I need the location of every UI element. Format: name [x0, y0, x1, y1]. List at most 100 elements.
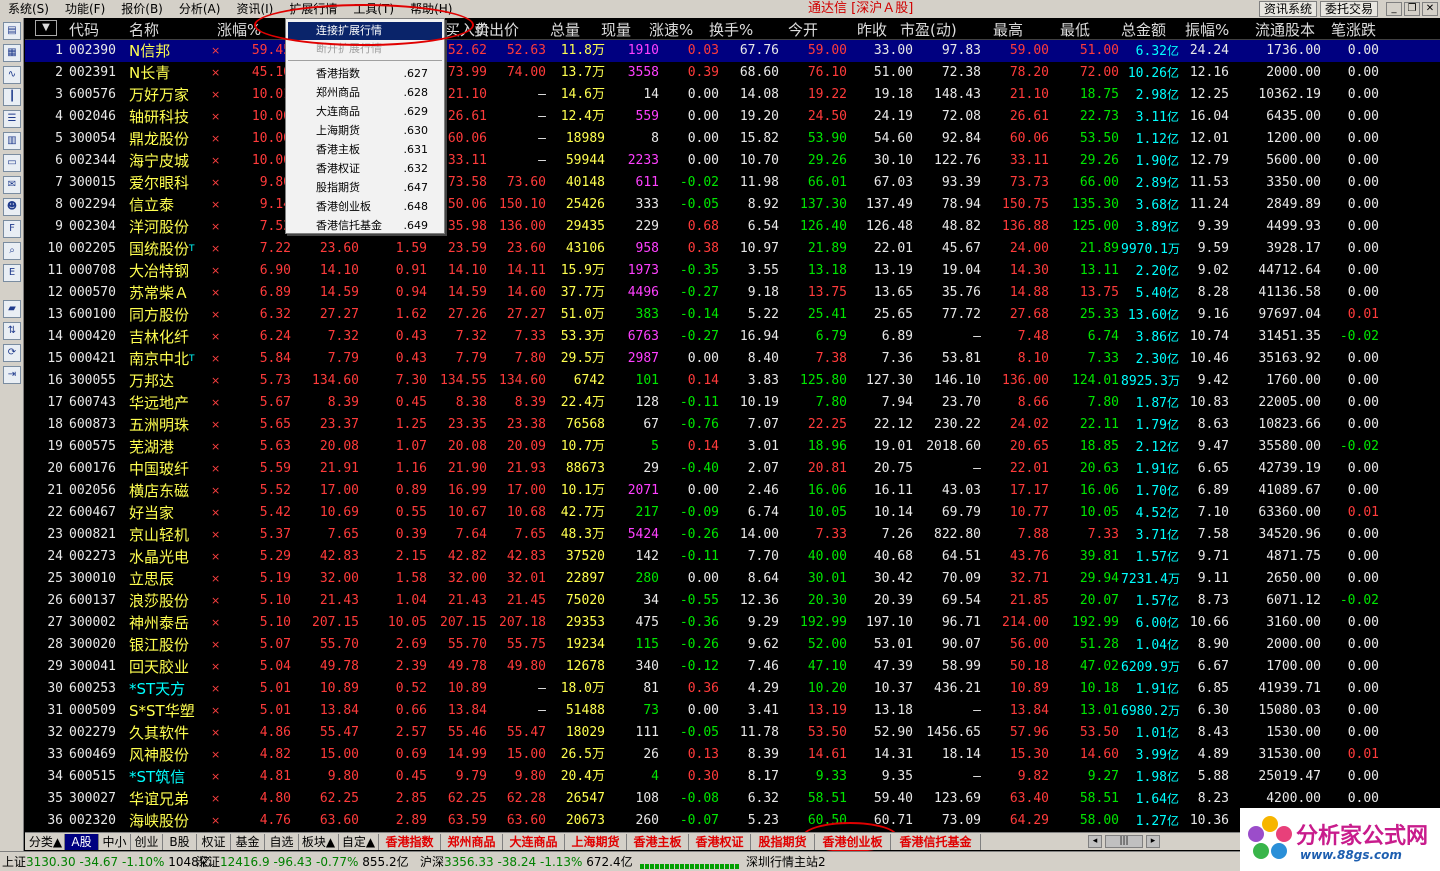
- extended-market-item[interactable]: 香港指数 .627: [288, 65, 442, 83]
- tab-7[interactable]: 自选: [265, 834, 299, 850]
- table-row[interactable]: 1002390N信邦59.4552.6319.6352.6252.6311.8万…: [25, 40, 1440, 62]
- table-row[interactable]: 27 300002 神州泰岳 5.10 207.15 10.05 207.15 207.18 2…: [25, 612, 1440, 634]
- users-icon[interactable]: ☻: [3, 198, 21, 216]
- minimize-icon[interactable]: _: [1386, 2, 1402, 16]
- scroll-left-icon[interactable]: ◂: [1088, 835, 1102, 848]
- extended-market-item[interactable]: 香港信托基金 .649: [288, 217, 442, 235]
- table-row[interactable]: 7300015爱尔眼科9.8073.586.5573.5873.60401486…: [25, 172, 1440, 194]
- tab-13[interactable]: 上海期货: [565, 834, 627, 850]
- col-low[interactable]: 最低: [1060, 21, 1090, 39]
- trade-button[interactable]: 委托交易: [1319, 1, 1378, 17]
- table-row[interactable]: 32 002279 久其软件 4.86 55.47 2.57 55.46 55.47 18029…: [25, 722, 1440, 744]
- table-row[interactable]: 26 600137 浪莎股份 5.10 21.43 1.04 21.43 21.45 75020…: [25, 590, 1440, 612]
- table-row[interactable]: 9002304洋河股份7.53135.989.52135.98136.00294…: [25, 216, 1440, 238]
- tab-5[interactable]: 权证: [197, 834, 231, 850]
- table-row[interactable]: 31 000509 S*ST华塑 5.01 13.84 0.66 13.84 — 51488 73…: [25, 700, 1440, 722]
- menu-extended-quote[interactable]: 扩展行情: [281, 0, 345, 18]
- extended-market-item[interactable]: 郑州商品 .628: [288, 84, 442, 102]
- menu-analysis[interactable]: 分析(A): [171, 0, 229, 18]
- table-row[interactable]: 6002344海宁皮城10.0033.113.0133.11—599442233…: [25, 150, 1440, 172]
- restore-icon[interactable]: ❐: [1404, 2, 1420, 16]
- table-row[interactable]: 5300054鼎龙股份10.0060.065.4660.06—1898980.0…: [25, 128, 1440, 150]
- tab-17[interactable]: 香港创业板: [815, 834, 891, 850]
- col-code[interactable]: 代码: [69, 21, 99, 39]
- col-float-shares[interactable]: 流通股本: [1255, 21, 1315, 39]
- col-name[interactable]: 名称: [129, 21, 159, 39]
- table-row[interactable]: 22 600467 好当家 5.42 10.69 0.55 10.67 10.68 42.7万 2…: [25, 502, 1440, 524]
- server-status[interactable]: 深圳行情主站2: [746, 854, 826, 870]
- disconnect-extended-quote-item[interactable]: 断开扩展行情: [288, 40, 442, 58]
- table-row[interactable]: 30 600253 *ST天方 5.01 10.89 0.52 10.89 — 18.0万 81 0…: [25, 678, 1440, 700]
- tab-6[interactable]: 基金: [231, 834, 265, 850]
- line-chart-icon[interactable]: ∿: [3, 66, 21, 84]
- table-row[interactable]: 19 600575 芜湖港 5.63 20.08 1.07 20.08 20.09 10.7万 5…: [25, 436, 1440, 458]
- tab-15[interactable]: 香港权证: [689, 834, 751, 850]
- table-row[interactable]: 29 300041 回天胶业 5.04 49.78 2.39 49.78 49.80 12678…: [25, 656, 1440, 678]
- menu-help[interactable]: 帮助(H): [402, 0, 460, 18]
- col-speed[interactable]: 涨速%: [649, 21, 693, 39]
- tab-9[interactable]: 自定▲: [339, 834, 379, 850]
- table-row[interactable]: 21 002056 横店东磁 5.52 17.00 0.89 16.99 17.00 10.1万…: [25, 480, 1440, 502]
- table-row[interactable]: 10 002205 国统股份T 7.22 23.60 1.59 23.59 23.60 4310…: [25, 238, 1440, 260]
- table-row[interactable]: 28 300020 银江股份 5.07 55.70 2.69 55.70 55.75 19234…: [25, 634, 1440, 656]
- search-icon[interactable]: ⌕: [3, 242, 21, 260]
- menu-system[interactable]: 系统(S): [0, 0, 57, 18]
- col-open[interactable]: 今开: [788, 21, 818, 39]
- refresh-icon[interactable]: ⟳: [3, 344, 21, 362]
- tab-18[interactable]: 香港信托基金: [891, 834, 981, 850]
- menu-info[interactable]: 资讯(I): [228, 0, 281, 18]
- sort-icon[interactable]: ⇅: [3, 322, 21, 340]
- table-row[interactable]: 16 300055 万邦达 5.73 134.60 7.30 134.55 134.60 674…: [25, 370, 1440, 392]
- candlestick-icon[interactable]: ┃: [3, 88, 21, 106]
- table-row[interactable]: 14 000420 吉林化纤 6.24 7.32 0.43 7.32 7.33 53.3万 676…: [25, 326, 1440, 348]
- col-ask[interactable]: 卖出价: [474, 21, 519, 39]
- table-row[interactable]: 18 600873 五洲明珠 5.65 23.37 1.25 23.35 23.38 76568…: [25, 414, 1440, 436]
- extended-market-item[interactable]: 香港创业板 .648: [288, 198, 442, 216]
- warning-icon[interactable]: ✉: [3, 176, 21, 194]
- table-icon[interactable]: ▥: [3, 132, 21, 150]
- folder-icon[interactable]: ▰: [3, 300, 21, 318]
- news-system-button[interactable]: 资讯系统: [1258, 1, 1317, 17]
- tab-3[interactable]: 创业: [131, 834, 163, 850]
- tab-10[interactable]: 香港指数: [379, 834, 441, 850]
- table-row[interactable]: 13 600100 同方股份 6.32 27.27 1.62 27.26 27.27 51.0万…: [25, 304, 1440, 326]
- connect-extended-quote-item[interactable]: 连接扩展行情: [288, 22, 442, 40]
- extended-market-item[interactable]: 股指期货 .647: [288, 179, 442, 197]
- table-row[interactable]: 11 000708 大冶特钢 6.90 14.10 0.91 14.10 14.11 15.9万…: [25, 260, 1440, 282]
- tab-0[interactable]: 分类▲: [27, 834, 65, 850]
- etf-icon[interactable]: E: [3, 264, 21, 282]
- table-row[interactable]: 2002391N长青45.1074.0023.0073.9974.0013.7万…: [25, 62, 1440, 84]
- menu-tools[interactable]: 工具(T): [345, 0, 402, 18]
- extended-market-item[interactable]: 香港权证 .632: [288, 160, 442, 178]
- extended-market-item[interactable]: 大连商品 .629: [288, 103, 442, 121]
- table-row[interactable]: 35 300027 华谊兄弟 4.80 62.25 2.85 62.25 62.28 26547…: [25, 788, 1440, 810]
- table-row[interactable]: 4002046轴研科技10.0026.612.4226.61—12.4万5590…: [25, 106, 1440, 128]
- table-row[interactable]: 23 000821 京山轻机 5.37 7.65 0.39 7.64 7.65 48.3万 542…: [25, 524, 1440, 546]
- logo-url[interactable]: www.88gs.com: [1300, 848, 1402, 862]
- menu-function[interactable]: 功能(F): [57, 0, 113, 18]
- col-pe[interactable]: 市盈(动): [900, 21, 957, 39]
- column-menu-icon[interactable]: ▼: [35, 20, 57, 36]
- table-row[interactable]: 20 600176 中国玻纤 5.59 21.91 1.16 21.90 21.93 88673…: [25, 458, 1440, 480]
- sh-index[interactable]: 上证3130.30 -34.67 -1.10% 1048亿: [2, 854, 211, 870]
- document-icon[interactable]: ▭: [3, 154, 21, 172]
- hs-index[interactable]: 沪深3356.33 -38.24 -1.13% 672.4亿: [420, 854, 633, 870]
- tab-2[interactable]: 中小: [99, 834, 131, 850]
- table-row[interactable]: 15 000421 南京中北T 5.84 7.79 0.43 7.79 7.80 29.5万 29…: [25, 348, 1440, 370]
- table-row[interactable]: 33 600469 风神股份 4.82 15.00 0.69 14.99 15.00 26.5万…: [25, 744, 1440, 766]
- col-current-volume[interactable]: 现量: [601, 21, 631, 39]
- col-high[interactable]: 最高: [993, 21, 1023, 39]
- extended-market-item[interactable]: 香港主板 .631: [288, 141, 442, 159]
- table-row[interactable]: 3600576万好万家10.0121.101.9221.10—14.6万140.…: [25, 84, 1440, 106]
- table-row[interactable]: 24 002273 水晶光电 5.29 42.83 2.15 42.82 42.83 37520…: [25, 546, 1440, 568]
- table-row[interactable]: 17 600743 华远地产 5.67 8.39 0.45 8.38 8.39 22.4万 128…: [25, 392, 1440, 414]
- scroll-right-icon[interactable]: ▸: [1146, 835, 1160, 848]
- extended-market-item[interactable]: 上海期货 .630: [288, 122, 442, 140]
- quote-list-icon[interactable]: ▤: [3, 22, 21, 40]
- table-row[interactable]: 12 000570 苏常柴Ａ 6.89 14.59 0.94 14.59 14.60 37.7万…: [25, 282, 1440, 304]
- table-row[interactable]: 25 300010 立思辰 5.19 32.00 1.58 32.00 32.01 22897 2…: [25, 568, 1440, 590]
- col-change-pct[interactable]: 涨幅%: [217, 21, 261, 39]
- col-turnover[interactable]: 换手%: [709, 21, 753, 39]
- scroll-thumb[interactable]: |||: [1105, 835, 1143, 848]
- col-tick-change[interactable]: 笔涨跌: [1331, 21, 1376, 39]
